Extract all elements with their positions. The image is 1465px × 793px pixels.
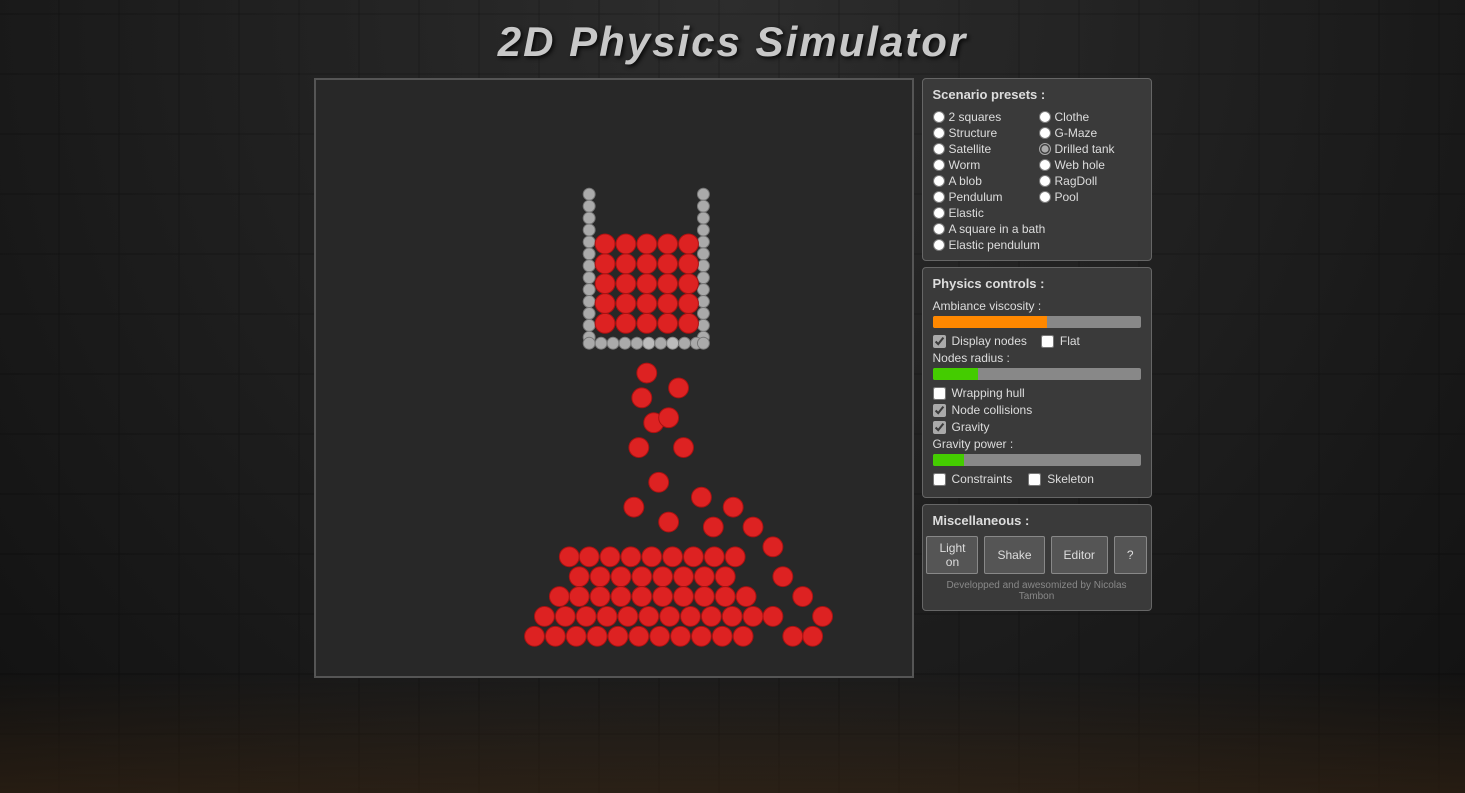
preset-elasticpendulum-label: Elastic pendulum (949, 238, 1040, 252)
preset-ragdoll-label: RagDoll (1055, 174, 1098, 188)
flat-label: Flat (1060, 334, 1080, 348)
preset-ablob-label: A blob (949, 174, 982, 188)
preset-elastic-label: Elastic (949, 206, 984, 220)
gravity-power-control: Gravity power : (933, 437, 1141, 466)
wrapping-hull-row: Wrapping hull (933, 386, 1141, 400)
preset-gmaze-label: G-Maze (1055, 126, 1098, 140)
credit-text: Developped and awesomized by Nicolas Tam… (933, 580, 1141, 602)
wrapping-hull-label: Wrapping hull (952, 386, 1025, 400)
viscosity-control: Ambiance viscosity : (933, 299, 1141, 328)
miscellaneous-title: Miscellaneous : (933, 513, 1141, 528)
skeleton-label: Skeleton (1047, 472, 1094, 486)
physics-controls-section: Physics controls : Ambiance viscosity : … (922, 267, 1152, 498)
viscosity-fill (933, 316, 1047, 328)
misc-buttons-row: Light on Shake Editor ? (933, 536, 1141, 574)
simulation-scene (316, 80, 912, 676)
nodes-radius-label: Nodes radius : (933, 351, 1141, 365)
constraints-checkbox[interactable] (933, 473, 946, 486)
display-nodes-label: Display nodes (952, 334, 1027, 348)
preset-webhole[interactable]: Web hole (1039, 158, 1141, 172)
preset-elasticpendulum[interactable]: Elastic pendulum (933, 238, 1141, 252)
scenario-presets-title: Scenario presets : (933, 87, 1141, 102)
main-area: 241 nodes 0 constraint 32 fps (294, 78, 1172, 678)
preset-asquareinabath[interactable]: A square in a bath (933, 222, 1141, 236)
nodes-radius-slider[interactable] (933, 368, 1141, 380)
light-button[interactable]: Light on (926, 536, 978, 574)
gravity-label: Gravity (952, 420, 990, 434)
title-bar: 2D Physics Simulator (0, 0, 1465, 78)
shake-button[interactable]: Shake (984, 536, 1044, 574)
red-balls-inside (595, 234, 698, 333)
display-nodes-row: Display nodes Flat (933, 334, 1141, 348)
preset-ablob[interactable]: A blob (933, 174, 1035, 188)
app-title: 2D Physics Simulator (498, 18, 968, 65)
miscellaneous-section: Miscellaneous : Light on Shake Editor ? … (922, 504, 1152, 611)
side-panel: Scenario presets : 2 squares Clothe S (922, 78, 1152, 611)
preset-pendulum[interactable]: Pendulum (933, 190, 1035, 204)
preset-clothe[interactable]: Clothe (1039, 110, 1141, 124)
preset-structure-label: Structure (949, 126, 998, 140)
preset-asquareinabath-label: A square in a bath (949, 222, 1046, 236)
display-nodes-checkbox[interactable] (933, 335, 946, 348)
node-collisions-label: Node collisions (952, 403, 1033, 417)
preset-pool-label: Pool (1055, 190, 1079, 204)
preset-drilledtank[interactable]: Drilled tank (1039, 142, 1141, 156)
preset-satellite[interactable]: Satellite (933, 142, 1035, 156)
preset-webhole-label: Web hole (1055, 158, 1105, 172)
preset-2squares-label: 2 squares (949, 110, 1002, 124)
preset-satellite-label: Satellite (949, 142, 992, 156)
preset-worm[interactable]: Worm (933, 158, 1035, 172)
constraints-label: Constraints (952, 472, 1013, 486)
viscosity-slider[interactable] (933, 316, 1141, 328)
gravity-power-label: Gravity power : (933, 437, 1141, 451)
scenario-presets-section: Scenario presets : 2 squares Clothe S (922, 78, 1152, 261)
skeleton-checkbox[interactable] (1028, 473, 1041, 486)
preset-pool[interactable]: Pool (1039, 190, 1141, 204)
preset-2squares[interactable]: 2 squares (933, 110, 1035, 124)
preset-ragdoll[interactable]: RagDoll (1039, 174, 1141, 188)
wrapping-hull-checkbox[interactable] (933, 387, 946, 400)
constraints-row: Constraints (933, 472, 1013, 486)
preset-gmaze[interactable]: G-Maze (1039, 126, 1141, 140)
node-collisions-checkbox[interactable] (933, 404, 946, 417)
skeleton-row: Skeleton (1028, 472, 1094, 486)
gravity-power-slider[interactable] (933, 454, 1141, 466)
preset-elastic[interactable]: Elastic (933, 206, 1035, 220)
flat-checkbox[interactable] (1041, 335, 1054, 348)
simulation-canvas: 241 nodes 0 constraint 32 fps (314, 78, 914, 678)
presets-grid: 2 squares Clothe Structure G-Maze (933, 110, 1141, 252)
preset-pendulum-label: Pendulum (949, 190, 1003, 204)
preset-drilledtank-label: Drilled tank (1055, 142, 1115, 156)
nodes-radius-control: Nodes radius : (933, 351, 1141, 380)
gravity-row: Gravity (933, 420, 1141, 434)
preset-clothe-label: Clothe (1055, 110, 1090, 124)
help-button[interactable]: ? (1114, 536, 1147, 574)
viscosity-label: Ambiance viscosity : (933, 299, 1141, 313)
nodes-radius-fill (933, 368, 979, 380)
preset-structure[interactable]: Structure (933, 126, 1035, 140)
node-collisions-row: Node collisions (933, 403, 1141, 417)
editor-button[interactable]: Editor (1051, 536, 1108, 574)
gravity-power-fill (933, 454, 964, 466)
gravity-checkbox[interactable] (933, 421, 946, 434)
preset-worm-label: Worm (949, 158, 981, 172)
physics-controls-title: Physics controls : (933, 276, 1141, 291)
